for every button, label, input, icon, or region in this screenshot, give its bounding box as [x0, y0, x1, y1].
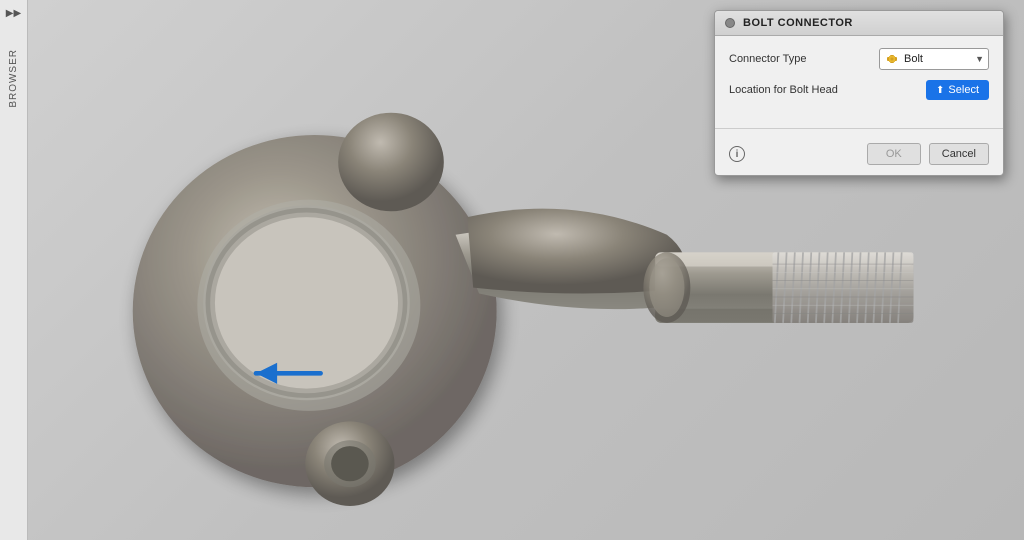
footer-buttons: OK Cancel	[867, 143, 989, 165]
dialog-titlebar: BOLT CONNECTOR	[715, 11, 1003, 36]
select-button[interactable]: ⬆ Select	[926, 80, 989, 100]
select-cursor-icon: ⬆	[936, 85, 944, 96]
location-label: Location for Bolt Head	[729, 84, 918, 96]
dialog-divider	[715, 128, 1003, 129]
location-row: Location for Bolt Head ⬆ Select	[729, 80, 989, 100]
dialog-title: BOLT CONNECTOR	[743, 17, 853, 29]
bolt-icon	[884, 51, 900, 67]
connector-type-label: Connector Type	[729, 53, 871, 65]
sidebar-label: BROWSER	[8, 49, 19, 108]
dropdown-arrow-icon: ▼	[975, 54, 984, 64]
dialog-title-dot	[725, 18, 735, 28]
bolt-connector-dialog: BOLT CONNECTOR Connector Type Bolt ▼ Loc…	[714, 10, 1004, 176]
sidebar-collapse-icon[interactable]: ▶▶	[6, 8, 21, 19]
connector-type-control[interactable]: Bolt ▼	[879, 48, 989, 70]
dialog-footer: i OK Cancel	[715, 137, 1003, 175]
connector-type-row: Connector Type Bolt ▼	[729, 48, 989, 70]
cancel-button[interactable]: Cancel	[929, 143, 989, 165]
sidebar: ▶▶ BROWSER	[0, 0, 28, 540]
ok-button[interactable]: OK	[867, 143, 921, 165]
info-icon[interactable]: i	[729, 146, 745, 162]
select-button-label: Select	[948, 84, 979, 96]
dialog-body: Connector Type Bolt ▼ Location for Bolt …	[715, 36, 1003, 120]
connector-type-value: Bolt	[904, 53, 971, 65]
